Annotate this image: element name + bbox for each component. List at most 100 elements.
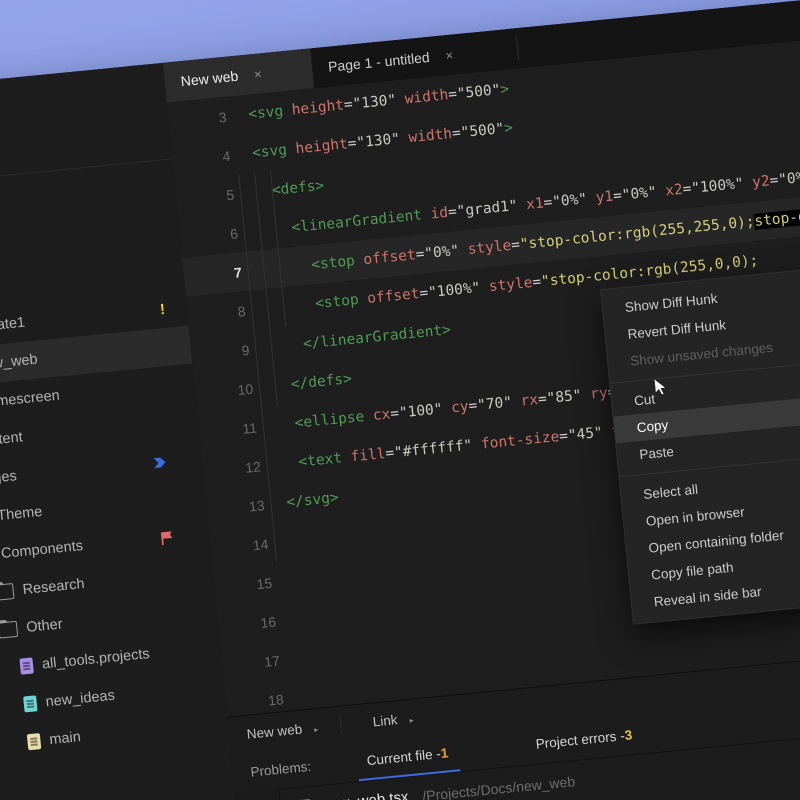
code-token: x1 [525, 194, 545, 213]
tree-item-label: new_ideas [44, 687, 116, 711]
tree-item-label: Other [25, 616, 64, 636]
menu-item-label: Show Diff Hunk [624, 290, 719, 315]
editor-tab-label: Page 1 - untitled [327, 48, 431, 75]
code-token: <stop [310, 251, 365, 273]
editor-tab-label: New web [180, 67, 239, 90]
menu-item-label: Revert Diff Hunk [626, 317, 727, 342]
file-icon [19, 657, 34, 675]
line-number: 15 [255, 574, 273, 592]
flag-icon [160, 530, 174, 545]
tree-item-label: new_web [0, 351, 39, 374]
ide-window: tText Projects▶New▶Docsupdate1!new_webho… [0, 0, 800, 800]
code-token: "0%" [621, 183, 658, 204]
code-token: "70" [476, 393, 513, 414]
breadcrumb-label: Link [372, 711, 399, 730]
file-icon [23, 695, 38, 713]
problems-label: Problems: [249, 758, 312, 780]
close-icon[interactable]: × [445, 47, 454, 63]
code-token: height [294, 135, 349, 157]
menu-item-label: Reveal in side bar [653, 584, 763, 610]
code-token: "100%" [690, 175, 745, 197]
mouse-cursor [654, 377, 668, 396]
code-token: style [466, 237, 512, 258]
tree-item-label: Content [0, 429, 24, 451]
code-token: "45" [567, 424, 604, 444]
code-token: <ellipse [293, 407, 374, 432]
menu-item-label: Open in browser [645, 504, 746, 529]
code-token: cy [450, 398, 470, 416]
code-token: ry [589, 384, 609, 403]
code-token: y1 [594, 188, 614, 206]
code-token: "0%" [551, 190, 588, 211]
menu-item-label: Copy file path [650, 559, 735, 583]
code-token: > [499, 80, 510, 98]
code-token: "grad1" [455, 197, 519, 220]
code-token: id [429, 204, 449, 222]
folder-icon [0, 620, 19, 639]
code-token: cx [372, 405, 392, 424]
code-token: "100%" [427, 279, 482, 301]
code-token: x2 [664, 181, 684, 199]
breadcrumb-item[interactable]: New web ▸ [228, 719, 327, 743]
tree-item-label: all_tools.projects [41, 646, 151, 673]
code-token: "#ffffff" [393, 437, 474, 461]
problem-file-name: new_web.tsx [321, 788, 409, 800]
code-token: <svg [247, 102, 293, 123]
line-number: 3 [217, 108, 228, 126]
menu-item-label: Select all [642, 481, 699, 503]
code-token: stop-opacity:1" [753, 200, 800, 230]
code-token: "0%" [423, 242, 460, 262]
code-token: <text [297, 448, 352, 471]
line-number: 16 [259, 613, 277, 631]
code-token: "0%" [777, 168, 800, 188]
code-token: "85" [545, 387, 583, 407]
code-token: "100" [398, 400, 444, 421]
code-token: y2 [751, 172, 771, 191]
chevron-right-icon: ▸ [409, 715, 414, 725]
code-token: </svg> [285, 489, 340, 511]
problems-tab-count: 3 [623, 726, 633, 743]
code-token: <stop [314, 290, 369, 312]
code-token: "500" [456, 81, 502, 102]
problems-tab-count: 1 [439, 744, 449, 761]
tree-item-label: main [48, 729, 82, 749]
code-token: width [407, 125, 453, 146]
code-token: rx [519, 391, 539, 410]
tree-item-badge: ! [159, 300, 166, 318]
menu-item-label: Paste [638, 443, 675, 463]
menu-item-label: Cut [633, 391, 656, 409]
code-token: </linearGradient> [302, 321, 452, 353]
code-token: <defs> [271, 177, 325, 199]
line-number: 17 [263, 651, 281, 670]
code-token: > [503, 119, 514, 137]
code-token: "500" [459, 120, 505, 141]
code-token: style [488, 274, 534, 295]
breadcrumb-item[interactable]: Link ▸ [354, 709, 422, 730]
code-token: </defs> [290, 370, 353, 393]
menu-item-label: Copy [636, 417, 669, 436]
screen: tText Projects▶New▶Docsupdate1!new_webho… [0, 0, 800, 800]
tree-item-label: homescreen [0, 387, 61, 412]
folder-icon [0, 583, 15, 601]
problem-file-path: /Projects/Docs/new_web [421, 772, 576, 800]
code-token: offset [362, 246, 417, 268]
tree-item-label: Research [21, 576, 86, 599]
bookmark-icon [153, 455, 166, 469]
breadcrumb-divider [339, 715, 342, 734]
breadcrumb-label: New web [246, 721, 303, 742]
code-token: <svg [251, 140, 297, 162]
code-token: font-size [480, 428, 560, 453]
line-number: 18 [267, 690, 285, 709]
line-number: 4 [221, 147, 232, 164]
code-token: "130" [351, 91, 397, 113]
close-icon[interactable]: × [253, 66, 262, 82]
context-menu: Show Diff Hunk Revert Diff Hunk Show unsav… [600, 264, 800, 625]
code-token: <linearGradient [290, 206, 432, 236]
tree-item-label: Components [0, 538, 84, 562]
tree-item-label: Pages [0, 468, 18, 489]
file-icon [26, 733, 42, 751]
problems-tab-label: Project errors - [534, 727, 626, 752]
